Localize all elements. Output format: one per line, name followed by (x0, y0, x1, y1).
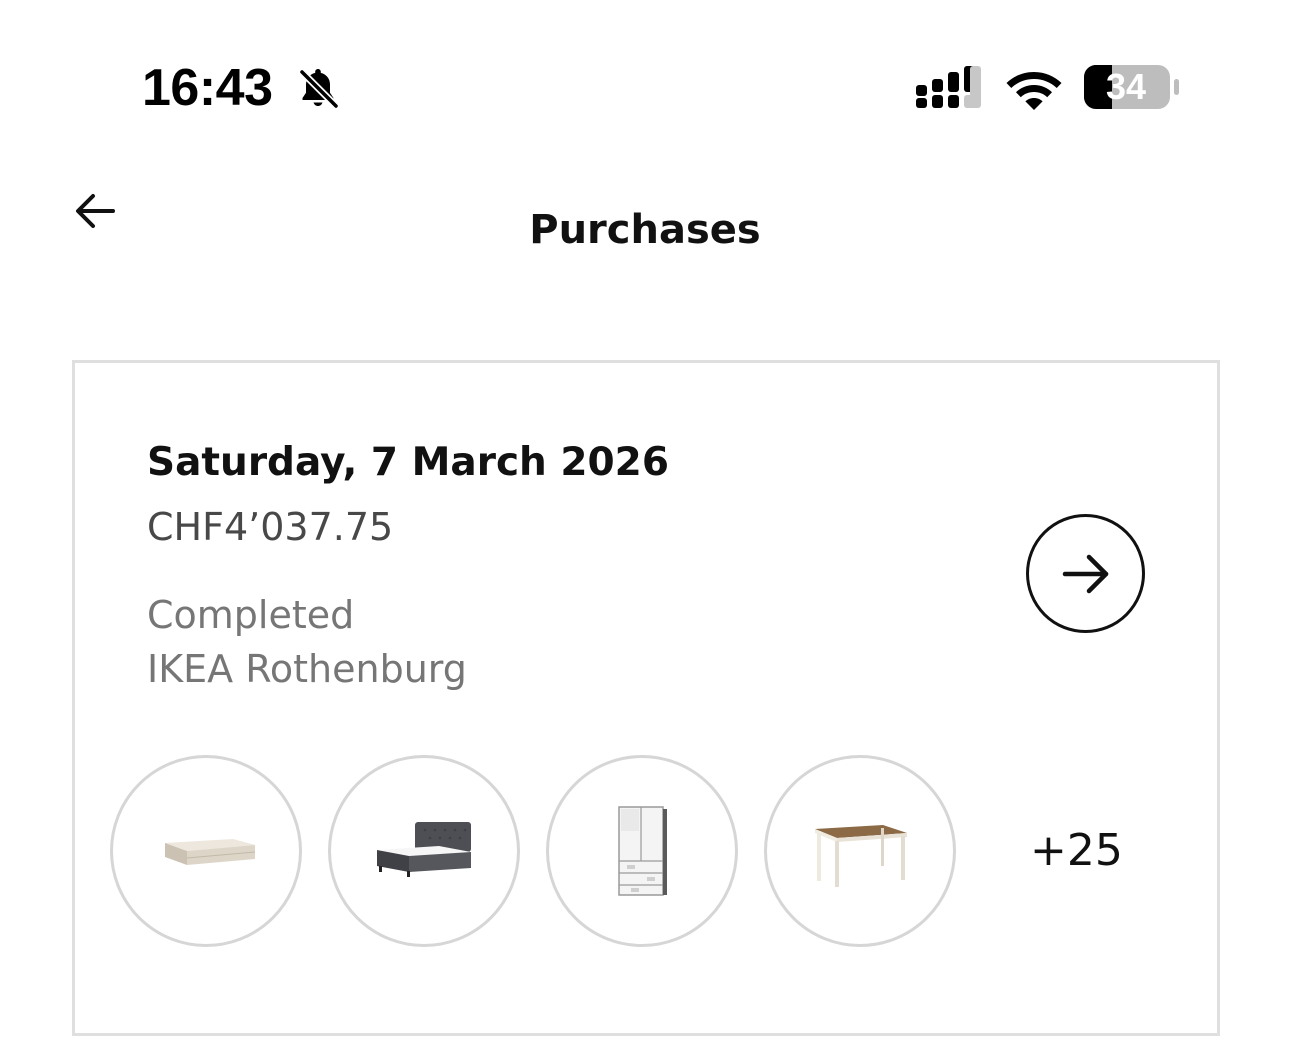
purchase-date: Saturday, 7 March 2026 (147, 440, 669, 485)
arrow-right-icon (1062, 554, 1108, 593)
bed-frame-icon (377, 822, 471, 877)
cellular-signal-icon (916, 66, 981, 108)
item-thumbnail (110, 755, 302, 947)
wifi-icon (1006, 72, 1062, 110)
item-thumbnail (546, 755, 738, 947)
item-thumbnail (764, 755, 956, 947)
mattress-icon (165, 839, 256, 865)
status-time: 16:43 (142, 59, 273, 117)
purchase-amount: CHF4’037.75 (147, 505, 394, 549)
purchase-store: IKEA Rothenburg (147, 647, 467, 691)
wardrobe-icon (618, 806, 667, 896)
item-thumbnails: +25 (110, 755, 1190, 947)
purchase-status: Completed (147, 593, 355, 637)
item-thumbnail (328, 755, 520, 947)
page-title: Purchases (529, 207, 761, 253)
purchase-card[interactable]: Saturday, 7 March 2026 CHF4’037.75 Compl… (72, 360, 1220, 1036)
open-purchase-button[interactable] (1026, 514, 1145, 633)
table-icon (815, 825, 907, 887)
more-items-count: +25 (1030, 825, 1123, 876)
battery-level: 34 (1105, 66, 1147, 107)
bell-slash-icon (298, 68, 340, 110)
